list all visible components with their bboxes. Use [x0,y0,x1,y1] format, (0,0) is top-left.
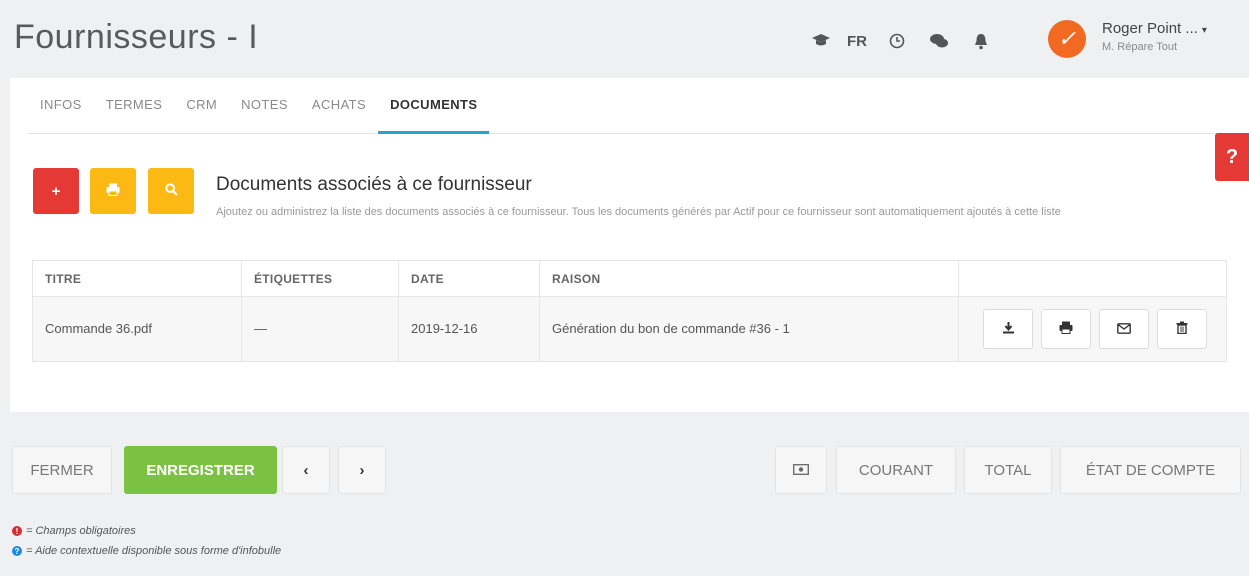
money-icon [793,463,809,478]
account-statement-button[interactable]: ÉTAT DE COMPTE [1060,446,1241,494]
cell-date: 2019-12-16 [399,297,540,361]
legend-required: ! = Champs obligatoires [12,525,136,537]
print-icon [106,183,120,200]
email-button[interactable] [1099,309,1149,349]
print-row-button[interactable] [1041,309,1091,349]
table-row[interactable]: Commande 36.pdf — 2019-12-16 Génération … [33,297,1226,361]
delete-button[interactable] [1157,309,1207,349]
tab-documents[interactable]: DOCUMENTS [378,78,490,134]
clock-icon[interactable] [881,30,913,52]
chat-icon[interactable] [923,30,955,52]
column-header-actions [959,261,1226,296]
print-button[interactable] [90,168,136,214]
documents-heading: Documents associés à ce fournisseur [216,174,532,195]
tab-termes[interactable]: TERMES [94,78,175,134]
search-button[interactable] [148,168,194,214]
cell-etiquettes: — [242,297,399,361]
column-header-etiquettes[interactable]: ÉTIQUETTES [242,261,399,296]
total-button[interactable]: TOTAL [964,446,1052,494]
column-header-raison[interactable]: RAISON [540,261,959,296]
tab-achats[interactable]: ACHATS [300,78,378,134]
save-button[interactable]: ENREGISTRER [124,446,277,494]
user-name: Roger Point ... [1102,20,1198,37]
language-selector[interactable]: FR [847,33,867,50]
legend-tooltip-text: = Aide contextuelle disponible sous form… [26,545,282,557]
user-menu[interactable]: Roger Point ... ▾ [1102,20,1207,37]
documents-table: TITRE ÉTIQUETTES DATE RAISON Commande 36… [32,260,1227,362]
cell-titre[interactable]: Commande 36.pdf [33,297,242,361]
download-icon [1002,297,1015,361]
next-button[interactable]: › [338,446,386,494]
tab-bar: INFOS TERMES CRM NOTES ACHATS DOCUMENTS [28,78,1238,134]
column-header-titre[interactable]: TITRE [33,261,242,296]
header-toolbar: FR [805,30,1007,52]
graduation-cap-icon[interactable] [805,30,837,52]
print-icon [1059,297,1073,361]
page-title: Fournisseurs - I [14,18,259,56]
supplier-card: INFOS TERMES CRM NOTES ACHATS DOCUMENTS … [10,78,1249,412]
bell-icon[interactable] [965,30,997,52]
download-button[interactable] [983,309,1033,349]
envelope-icon [1117,297,1131,361]
legend-tooltip: ? = Aide contextuelle disponible sous fo… [12,545,281,557]
cell-raison: Génération du bon de commande #36 - 1 [540,297,959,361]
required-icon: ! [12,526,22,536]
search-icon [164,182,178,200]
help-tab[interactable]: ? [1215,133,1249,181]
tab-infos[interactable]: INFOS [28,78,94,134]
avatar[interactable]: ✓ [1048,20,1086,58]
app-header: Fournisseurs - I FR ✓ Roger Point ... ▾ M… [0,0,1249,78]
courant-button[interactable]: COURANT [836,446,956,494]
tab-notes[interactable]: NOTES [229,78,300,134]
trash-icon [1176,297,1188,361]
cell-actions [959,297,1226,361]
close-button[interactable]: FERMER [12,446,112,494]
user-company: M. Répare Tout [1102,41,1178,53]
table-header: TITRE ÉTIQUETTES DATE RAISON [33,261,1226,297]
column-header-date[interactable]: DATE [399,261,540,296]
documents-description: Ajoutez ou administrez la liste des docu… [216,206,1061,218]
money-button[interactable] [775,446,827,494]
add-document-button[interactable]: + [33,168,79,214]
previous-button[interactable]: ‹ [282,446,330,494]
row-actions [971,297,1226,361]
info-icon: ? [12,546,22,556]
tab-crm[interactable]: CRM [174,78,229,134]
legend-required-text: = Champs obligatoires [26,525,136,537]
chevron-down-icon: ▾ [1201,25,1207,36]
